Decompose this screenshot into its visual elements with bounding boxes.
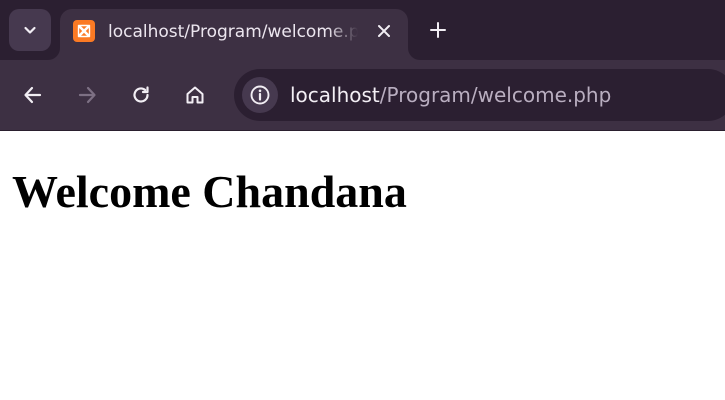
address-bar[interactable]: localhost/Program/welcome.php xyxy=(234,69,725,121)
chevron-down-icon xyxy=(24,26,36,34)
home-button[interactable] xyxy=(181,81,209,109)
page-heading: Welcome Chandana xyxy=(12,166,407,217)
tab-search-button[interactable] xyxy=(9,9,51,51)
xampp-icon xyxy=(73,20,95,42)
reload-button[interactable] xyxy=(127,81,155,109)
forward-button[interactable] xyxy=(73,81,101,109)
tab-strip: localhost/Program/welcome.php xyxy=(0,0,725,60)
forward-arrow-icon xyxy=(78,86,96,104)
back-arrow-icon xyxy=(24,86,42,104)
tab-active[interactable]: localhost/Program/welcome.php xyxy=(48,9,420,60)
tab-title: localhost/Program/welcome.php xyxy=(108,22,358,42)
tab-close-button[interactable] xyxy=(373,20,395,42)
url-path: /Program/welcome.php xyxy=(379,83,612,107)
browser-window: localhost/Program/welcome.php localhost/… xyxy=(0,0,725,400)
tab-corner-right xyxy=(408,48,420,60)
back-button[interactable] xyxy=(19,81,47,109)
tab-corner-left xyxy=(48,48,60,60)
url-text[interactable]: localhost/Program/welcome.php xyxy=(290,82,611,108)
plus-icon xyxy=(430,22,446,38)
info-icon xyxy=(250,85,270,105)
reload-icon xyxy=(133,86,149,103)
close-icon xyxy=(378,25,390,37)
site-info-button[interactable] xyxy=(242,77,278,113)
page-content: Welcome Chandana xyxy=(0,131,725,400)
url-host: localhost xyxy=(290,83,380,107)
toolbar: localhost/Program/welcome.php xyxy=(0,60,725,131)
new-tab-button[interactable] xyxy=(424,16,452,44)
home-icon xyxy=(186,86,204,104)
